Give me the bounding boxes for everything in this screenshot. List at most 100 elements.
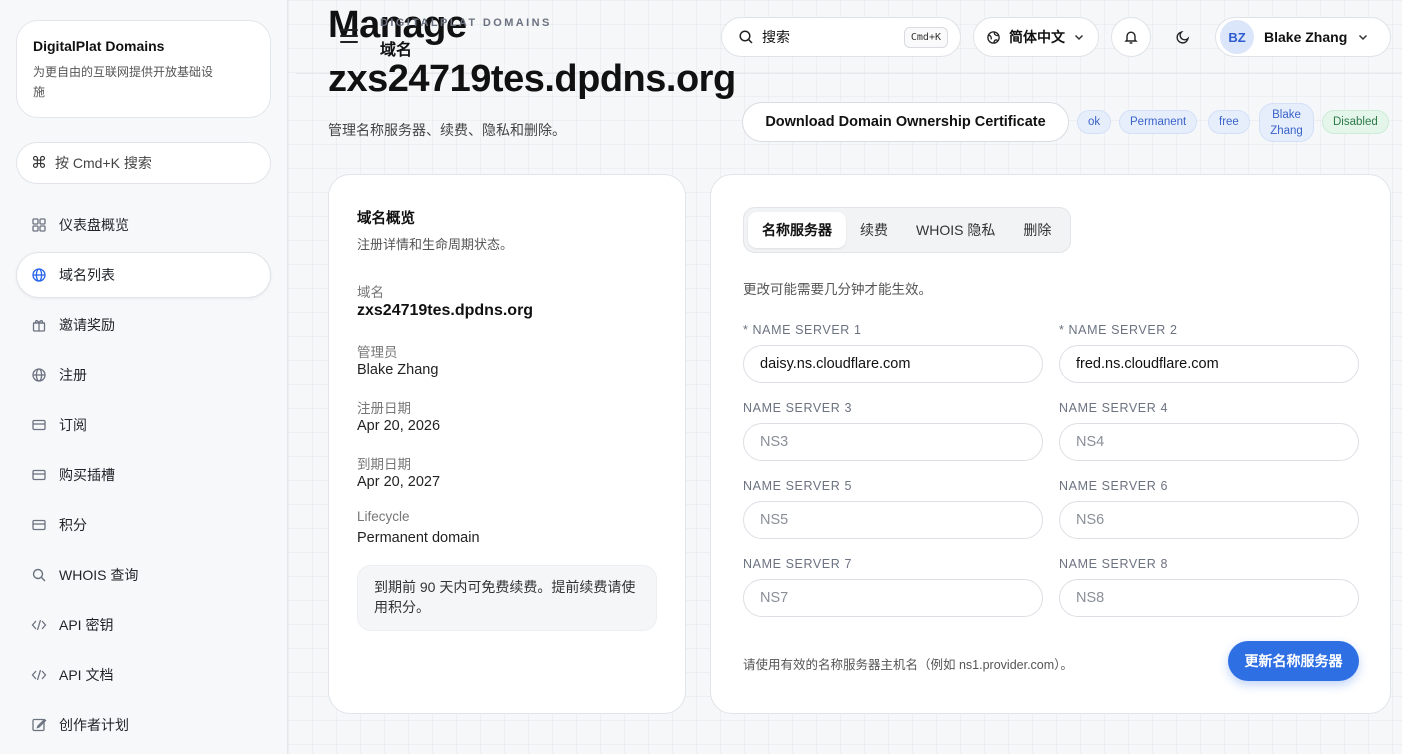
status-badge-permanent: Permanent [1119,110,1198,134]
sidebar-search-button[interactable]: ⌘ 按 Cmd+K 搜索 [16,142,271,184]
domain-overview-card: 域名概览 注册详情和生命周期状态。 域名 zxs24719tes.dpdns.o… [328,174,686,714]
field-label-domain: 域名 [357,285,384,300]
page-title-domain: zxs24719tes.dpdns.org [328,58,736,100]
sidebar-item-subscription[interactable]: 订阅 [16,402,271,448]
ns1-label: * NAME SERVER 1 [743,323,862,337]
global-search-button[interactable]: 搜索 Cmd+K [721,17,961,57]
chevron-down-icon [1074,34,1084,41]
field-value-admin: Blake Zhang [357,362,439,378]
ns7-input[interactable] [743,579,1043,617]
dashboard-icon [31,217,47,233]
field-label-lifecycle: Lifecycle [357,509,410,524]
sidebar-item-referral[interactable]: 邀请奖励 [16,302,271,348]
code-icon [31,617,47,633]
tab-delete[interactable]: 删除 [1009,212,1065,248]
globe-icon [31,267,47,283]
code-icon [31,667,47,683]
brand-subtitle: 为更自由的互联网提供开放基础设施 [33,65,214,99]
global-search-label: 搜索 [762,29,790,45]
field-value-registered: Apr 20, 2026 [357,418,441,434]
sidebar-item-label: 积分 [59,517,87,533]
tab-renew[interactable]: 续费 [846,212,902,248]
sidebar-item-label: 创作者计划 [59,717,129,733]
sidebar-search-label: 按 Cmd+K 搜索 [55,155,152,171]
user-name: Blake Zhang [1264,29,1348,45]
ns8-label: NAME SERVER 8 [1059,557,1168,571]
ns4-label: NAME SERVER 4 [1059,401,1168,415]
bell-icon [1124,31,1138,44]
brand-title: DigitalPlat Domains [33,38,165,54]
nameserver-hint: 更改可能需要几分钟才能生效。 [743,282,932,297]
gift-icon [31,317,47,333]
sidebar-item-credits[interactable]: 积分 [16,502,271,548]
ns3-input[interactable] [743,423,1043,461]
search-icon [31,567,47,583]
sidebar-item-dashboard[interactable]: 仪表盘概览 [16,202,271,248]
field-label-expires: 到期日期 [357,457,411,472]
moon-icon [1176,30,1190,44]
ns8-input[interactable] [1059,579,1359,617]
menu-icon[interactable] [340,29,358,43]
status-badge-owner: Blake Zhang [1259,103,1314,142]
sidebar-item-label: 订阅 [59,417,87,433]
sidebar-item-label: 域名列表 [59,267,115,283]
ns4-input[interactable] [1059,423,1359,461]
notifications-button[interactable] [1111,17,1151,57]
avatar: BZ [1220,20,1254,54]
sidebar-item-label: API 文档 [59,667,114,683]
ns1-input[interactable] [743,345,1043,383]
status-badge-disabled: Disabled [1322,110,1389,134]
user-menu-button[interactable]: BZ Blake Zhang [1215,17,1391,57]
ns3-label: NAME SERVER 3 [743,401,852,415]
field-value-domain: zxs24719tes.dpdns.org [357,302,534,319]
ns5-label: NAME SERVER 5 [743,479,852,493]
field-value-expires: Apr 20, 2027 [357,474,441,490]
sidebar-item-creator[interactable]: 创作者计划 [16,702,271,748]
ns6-input[interactable] [1059,501,1359,539]
sidebar-item-register[interactable]: 注册 [16,352,271,398]
chevron-down-icon [1359,34,1368,41]
sidebar-item-label: 邀请奖励 [59,317,115,333]
edit-icon [31,717,47,733]
field-label-registered: 注册日期 [357,401,411,416]
shortcut-badge: Cmd+K [903,26,948,48]
nameserver-footer-hint: 请使用有效的名称服务器主机名（例如 ns1.provider.com）。 [743,658,1073,672]
topbar-eyebrow: DIGITALPLAT DOMAINS [380,17,552,29]
sidebar-item-api-docs[interactable]: API 文档 [16,652,271,698]
sidebar-item-label: WHOIS 查询 [59,567,139,583]
sidebar-item-buy-slots[interactable]: 购买插槽 [16,452,271,498]
card-icon [31,517,47,533]
theme-toggle-button[interactable] [1163,17,1203,57]
ns6-label: NAME SERVER 6 [1059,479,1168,493]
language-icon [987,30,1000,44]
status-badge-free: free [1208,110,1250,134]
breadcrumb: 域名 [380,42,413,59]
sidebar-item-domains[interactable]: 域名列表 [16,252,271,298]
ns2-input[interactable] [1059,345,1359,383]
download-certificate-button[interactable]: Download Domain Ownership Certificate [742,102,1069,142]
brand-card[interactable]: DigitalPlat Domains 为更自由的互联网提供开放基础设施 [16,20,271,118]
tab-nameservers[interactable]: 名称服务器 [748,212,846,248]
ns5-input[interactable] [743,501,1043,539]
language-label: 简体中文 [1009,29,1065,45]
command-key-icon: ⌘ [31,155,47,172]
sidebar-nav: 仪表盘概览 域名列表 邀请奖励 注册 订阅 购买插槽 积分 WHOIS 查询 A… [16,202,271,752]
ns2-label: * NAME SERVER 2 [1059,323,1178,337]
sidebar-item-label: 购买插槽 [59,467,115,483]
page-description: 管理名称服务器、续费、隐私和删除。 [328,122,566,138]
tab-whois-privacy[interactable]: WHOIS 隐私 [902,212,1009,248]
overview-title: 域名概览 [357,211,415,227]
card-icon [31,467,47,483]
sidebar: DigitalPlat Domains 为更自由的互联网提供开放基础设施 ⌘ 按… [0,0,288,754]
nameserver-card: 名称服务器 续费 WHOIS 隐私 删除 更改可能需要几分钟才能生效。 * NA… [710,174,1391,714]
renewal-note: 到期前 90 天内可免费续费。提前续费请使用积分。 [357,565,657,631]
card-icon [31,417,47,433]
update-nameservers-button[interactable]: 更新名称服务器 [1228,641,1359,681]
sidebar-item-whois[interactable]: WHOIS 查询 [16,552,271,598]
sidebar-item-api-keys[interactable]: API 密钥 [16,602,271,648]
language-select[interactable]: 简体中文 [973,17,1099,57]
globe-icon [31,367,47,383]
sidebar-item-label: 仪表盘概览 [59,217,129,233]
sidebar-item-label: API 密钥 [59,617,114,633]
manage-tabs: 名称服务器 续费 WHOIS 隐私 删除 [743,207,1071,253]
